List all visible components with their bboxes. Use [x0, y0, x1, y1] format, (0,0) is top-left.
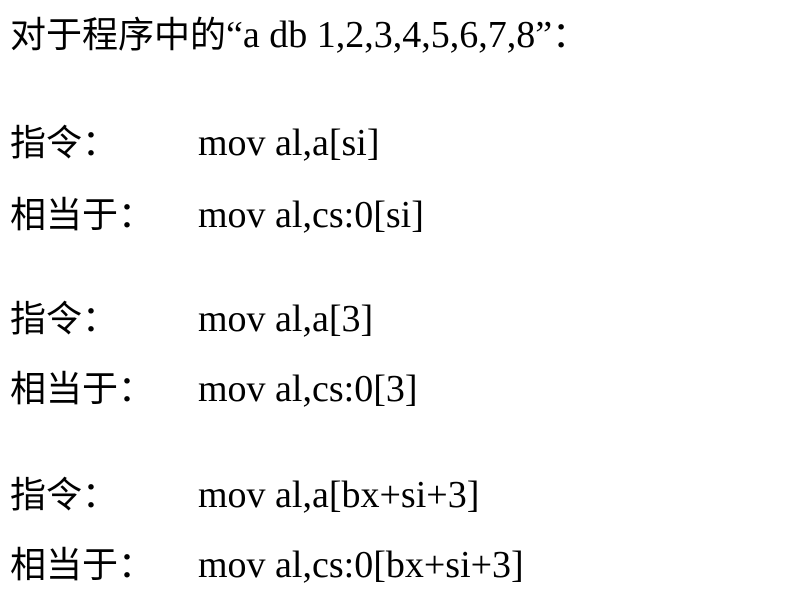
instruction-code: mov al,a[bx+si+3] [198, 474, 480, 516]
instruction-label: 指令： [10, 299, 119, 340]
instruction-label: 指令： [10, 475, 119, 516]
intro-prefix: 对于程序中的 [10, 15, 227, 56]
example-3-instruction: 指令： mov al,a[bx+si+3] [10, 472, 479, 518]
instruction-code: mov al,a[3] [198, 298, 374, 340]
equivalent-code: mov al,cs:0[si] [198, 194, 424, 236]
example-2-equivalent: 相当于： mov al,cs:0[3] [10, 366, 418, 412]
intro-quote-open: “ [226, 14, 243, 56]
document-page: 对于程序中的“a db 1,2,3,4,5,6,7,8”： 指令： mov al,… [0, 0, 797, 612]
example-3-equivalent: 相当于： mov al,cs:0[bx+si+3] [10, 542, 524, 588]
example-1-instruction: 指令： mov al,a[si] [10, 120, 380, 166]
equivalent-code: mov al,cs:0[bx+si+3] [198, 544, 524, 586]
intro-suffix: ： [552, 15, 589, 56]
instruction-label: 指令： [10, 123, 119, 164]
intro-code: a db 1,2,3,4,5,6,7,8 [242, 14, 536, 56]
equivalent-label: 相当于： [10, 195, 155, 236]
intro-line: 对于程序中的“a db 1,2,3,4,5,6,7,8”： [10, 12, 588, 58]
equivalent-label: 相当于： [10, 369, 155, 410]
example-1-equivalent: 相当于： mov al,cs:0[si] [10, 192, 424, 238]
example-2-instruction: 指令： mov al,a[3] [10, 296, 373, 342]
intro-quote-close: ” [535, 14, 553, 56]
instruction-code: mov al,a[si] [198, 122, 380, 164]
equivalent-label: 相当于： [10, 545, 155, 586]
equivalent-code: mov al,cs:0[3] [198, 368, 418, 410]
